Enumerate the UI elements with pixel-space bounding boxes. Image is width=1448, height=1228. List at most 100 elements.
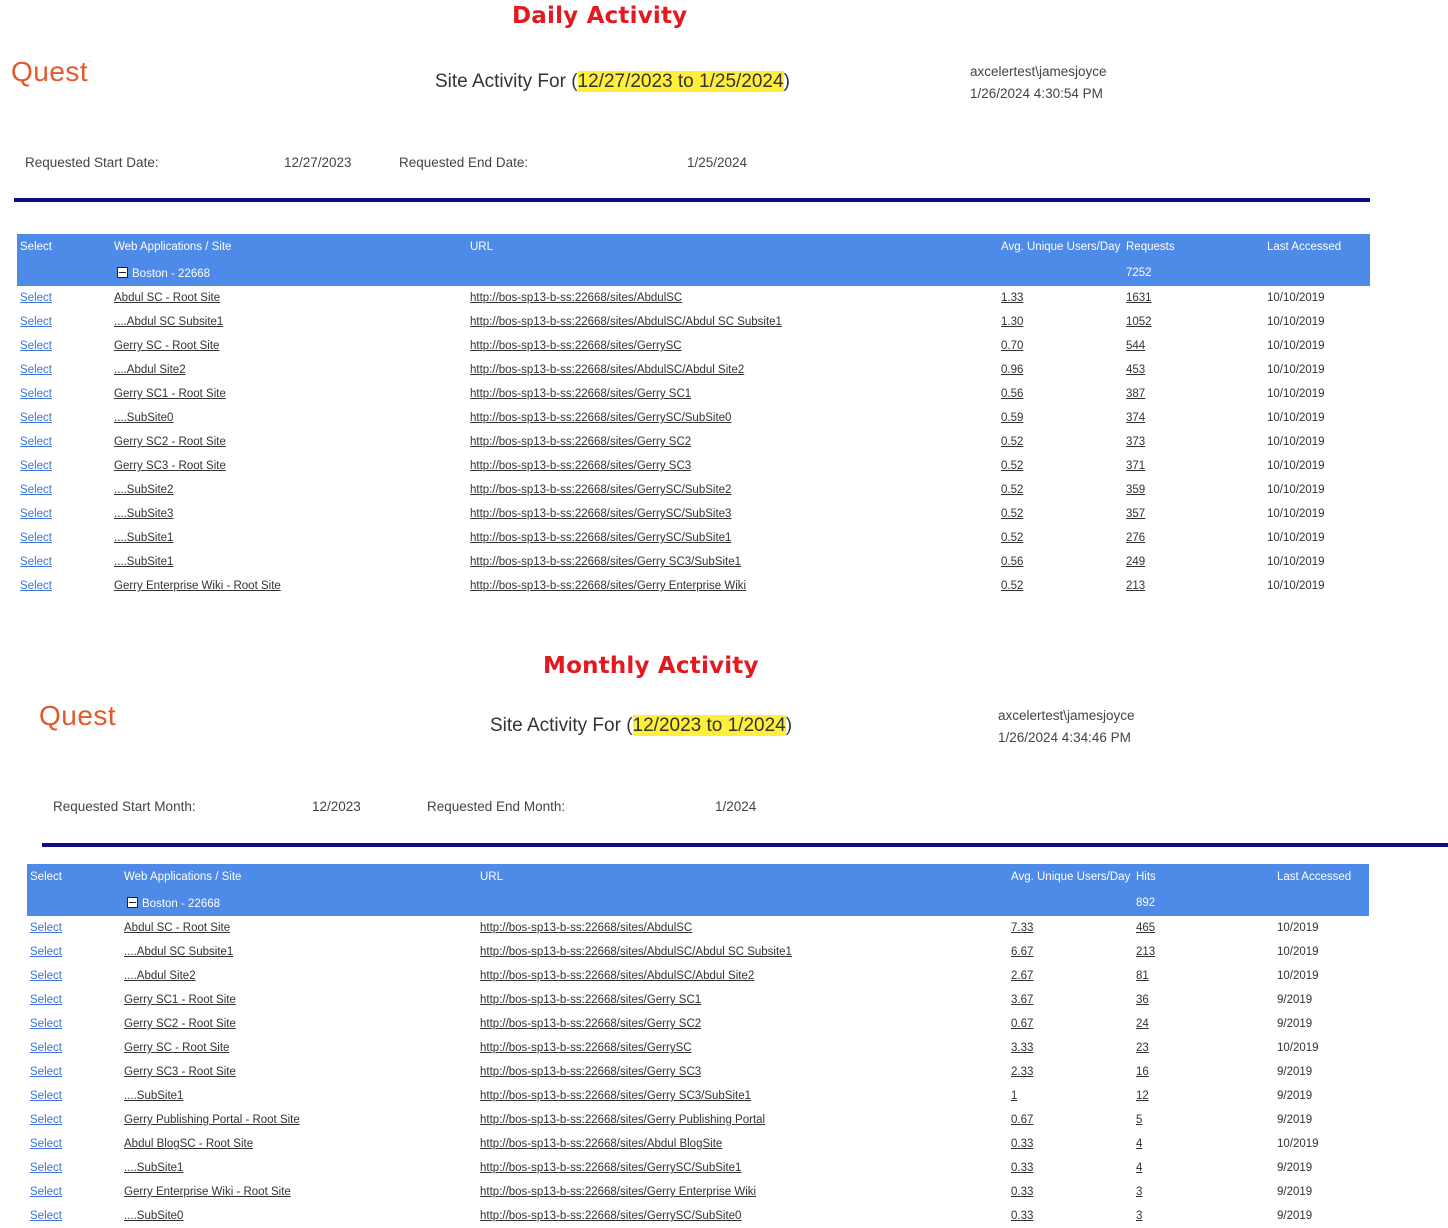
avg-users-link[interactable]: 0.52 — [1001, 484, 1023, 496]
count-link[interactable]: 3 — [1136, 1210, 1142, 1222]
site-link[interactable]: Gerry Enterprise Wiki - Root Site — [114, 580, 281, 592]
count-link[interactable]: 23 — [1136, 1042, 1149, 1054]
avg-users-link[interactable]: 0.33 — [1011, 1162, 1033, 1174]
url-link[interactable]: http://bos-sp13-b-ss:22668/sites/AbdulSC… — [480, 946, 792, 958]
avg-users-link[interactable]: 0.56 — [1001, 388, 1023, 400]
site-link[interactable]: Gerry SC - Root Site — [124, 1042, 229, 1054]
collapse-icon[interactable] — [117, 266, 128, 278]
avg-users-link[interactable]: 1.33 — [1001, 292, 1023, 304]
select-link[interactable]: Select — [30, 1018, 62, 1030]
select-link[interactable]: Select — [20, 508, 52, 520]
url-link[interactable]: http://bos-sp13-b-ss:22668/sites/Gerry S… — [470, 436, 691, 448]
avg-users-link[interactable]: 3.67 — [1011, 994, 1033, 1006]
select-link[interactable]: Select — [20, 292, 52, 304]
site-link[interactable]: ....Abdul SC Subsite1 — [114, 316, 223, 328]
url-link[interactable]: http://bos-sp13-b-ss:22668/sites/AbdulSC… — [480, 970, 754, 982]
count-link[interactable]: 1631 — [1126, 292, 1152, 304]
select-link[interactable]: Select — [30, 1066, 62, 1078]
count-link[interactable]: 465 — [1136, 922, 1155, 934]
site-link[interactable]: ....SubSite1 — [124, 1090, 183, 1102]
select-link[interactable]: Select — [30, 1114, 62, 1126]
count-link[interactable]: 5 — [1136, 1114, 1142, 1126]
url-link[interactable]: http://bos-sp13-b-ss:22668/sites/Gerry S… — [470, 556, 741, 568]
count-link[interactable]: 373 — [1126, 436, 1145, 448]
count-link[interactable]: 374 — [1126, 412, 1145, 424]
select-link[interactable]: Select — [20, 436, 52, 448]
url-link[interactable]: http://bos-sp13-b-ss:22668/sites/AbdulSC — [470, 292, 682, 304]
site-link[interactable]: ....SubSite3 — [114, 508, 173, 520]
site-link[interactable]: Abdul SC - Root Site — [124, 922, 230, 934]
count-link[interactable]: 387 — [1126, 388, 1145, 400]
site-link[interactable]: Gerry Enterprise Wiki - Root Site — [124, 1186, 291, 1198]
collapse-icon[interactable] — [127, 896, 138, 908]
avg-users-link[interactable]: 3.33 — [1011, 1042, 1033, 1054]
site-link[interactable]: Gerry SC3 - Root Site — [114, 460, 226, 472]
url-link[interactable]: http://bos-sp13-b-ss:22668/sites/Gerry E… — [480, 1186, 756, 1198]
select-link[interactable]: Select — [30, 946, 62, 958]
avg-users-link[interactable]: 0.52 — [1001, 460, 1023, 472]
avg-users-link[interactable]: 2.33 — [1011, 1066, 1033, 1078]
url-link[interactable]: http://bos-sp13-b-ss:22668/sites/Gerry E… — [470, 580, 746, 592]
count-link[interactable]: 16 — [1136, 1066, 1149, 1078]
avg-users-link[interactable]: 0.33 — [1011, 1186, 1033, 1198]
select-link[interactable]: Select — [20, 556, 52, 568]
url-link[interactable]: http://bos-sp13-b-ss:22668/sites/GerrySC — [470, 340, 682, 352]
select-link[interactable]: Select — [30, 1162, 62, 1174]
site-link[interactable]: ....SubSite1 — [124, 1162, 183, 1174]
select-link[interactable]: Select — [30, 970, 62, 982]
site-link[interactable]: Gerry SC3 - Root Site — [124, 1066, 236, 1078]
select-link[interactable]: Select — [20, 532, 52, 544]
avg-users-link[interactable]: 1.30 — [1001, 316, 1023, 328]
avg-users-link[interactable]: 0.67 — [1011, 1018, 1033, 1030]
site-link[interactable]: ....Abdul SC Subsite1 — [124, 946, 233, 958]
site-link[interactable]: Abdul BlogSC - Root Site — [124, 1138, 253, 1150]
url-link[interactable]: http://bos-sp13-b-ss:22668/sites/Gerry S… — [470, 460, 691, 472]
avg-users-link[interactable]: 0.52 — [1001, 532, 1023, 544]
url-link[interactable]: http://bos-sp13-b-ss:22668/sites/GerrySC… — [470, 532, 731, 544]
count-link[interactable]: 213 — [1136, 946, 1155, 958]
avg-users-link[interactable]: 0.52 — [1001, 580, 1023, 592]
url-link[interactable]: http://bos-sp13-b-ss:22668/sites/Gerry P… — [480, 1114, 765, 1126]
select-link[interactable]: Select — [20, 388, 52, 400]
avg-users-link[interactable]: 7.33 — [1011, 922, 1033, 934]
select-link[interactable]: Select — [20, 364, 52, 376]
site-link[interactable]: ....SubSite0 — [124, 1210, 183, 1222]
url-link[interactable]: http://bos-sp13-b-ss:22668/sites/Abdul B… — [480, 1138, 722, 1150]
site-link[interactable]: ....Abdul Site2 — [114, 364, 186, 376]
count-link[interactable]: 359 — [1126, 484, 1145, 496]
count-link[interactable]: 544 — [1126, 340, 1145, 352]
select-link[interactable]: Select — [30, 1042, 62, 1054]
avg-users-link[interactable]: 2.67 — [1011, 970, 1033, 982]
avg-users-link[interactable]: 0.33 — [1011, 1138, 1033, 1150]
count-link[interactable]: 357 — [1126, 508, 1145, 520]
site-link[interactable]: ....SubSite2 — [114, 484, 173, 496]
select-link[interactable]: Select — [20, 460, 52, 472]
select-link[interactable]: Select — [30, 922, 62, 934]
site-link[interactable]: Gerry SC - Root Site — [114, 340, 219, 352]
select-link[interactable]: Select — [30, 1186, 62, 1198]
count-link[interactable]: 36 — [1136, 994, 1149, 1006]
avg-users-link[interactable]: 0.96 — [1001, 364, 1023, 376]
url-link[interactable]: http://bos-sp13-b-ss:22668/sites/GerrySC… — [470, 508, 731, 520]
select-link[interactable]: Select — [20, 412, 52, 424]
url-link[interactable]: http://bos-sp13-b-ss:22668/sites/GerrySC — [480, 1042, 692, 1054]
url-link[interactable]: http://bos-sp13-b-ss:22668/sites/AbdulSC… — [470, 316, 782, 328]
count-link[interactable]: 4 — [1136, 1162, 1142, 1174]
select-link[interactable]: Select — [30, 1090, 62, 1102]
url-link[interactable]: http://bos-sp13-b-ss:22668/sites/Gerry S… — [480, 1090, 751, 1102]
site-link[interactable]: ....Abdul Site2 — [124, 970, 196, 982]
count-link[interactable]: 12 — [1136, 1090, 1149, 1102]
url-link[interactable]: http://bos-sp13-b-ss:22668/sites/Gerry S… — [480, 994, 701, 1006]
count-link[interactable]: 1052 — [1126, 316, 1152, 328]
select-link[interactable]: Select — [20, 580, 52, 592]
avg-users-link[interactable]: 0.33 — [1011, 1210, 1033, 1222]
count-link[interactable]: 371 — [1126, 460, 1145, 472]
url-link[interactable]: http://bos-sp13-b-ss:22668/sites/Gerry S… — [480, 1018, 701, 1030]
url-link[interactable]: http://bos-sp13-b-ss:22668/sites/GerrySC… — [470, 412, 731, 424]
url-link[interactable]: http://bos-sp13-b-ss:22668/sites/GerrySC… — [470, 484, 731, 496]
avg-users-link[interactable]: 0.59 — [1001, 412, 1023, 424]
count-link[interactable]: 3 — [1136, 1186, 1142, 1198]
select-link[interactable]: Select — [30, 994, 62, 1006]
site-link[interactable]: ....SubSite1 — [114, 532, 173, 544]
site-link[interactable]: Gerry SC1 - Root Site — [114, 388, 226, 400]
